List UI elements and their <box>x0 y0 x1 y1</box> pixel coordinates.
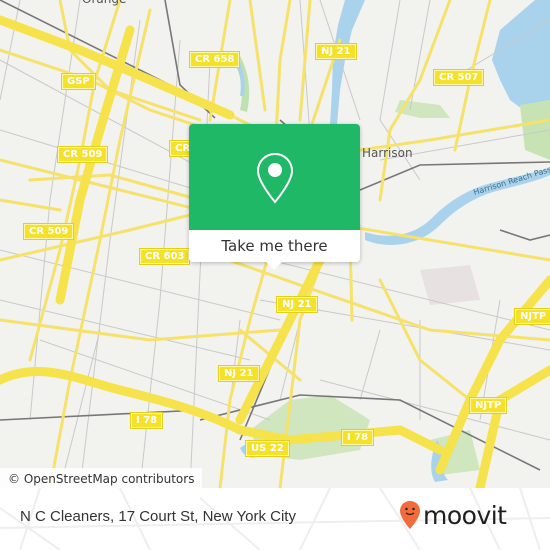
road-shield-njtp: NJTP <box>513 308 550 325</box>
road-shield-us22: US 22 <box>245 440 290 457</box>
popup-pointer <box>265 261 283 270</box>
road-shield-njtp: NJTP <box>468 397 508 414</box>
road-shield-cr509: CR 509 <box>56 146 109 163</box>
road-shield-cr507: CR 507 <box>432 69 485 86</box>
location-pin-icon <box>256 152 294 204</box>
road-shield-cr658: CR 658 <box>188 51 241 68</box>
road-shield-cr603: CR 603 <box>138 248 191 265</box>
road-shield-i78: I 78 <box>129 412 164 429</box>
road-shield-nj21: NJ 21 <box>276 296 318 313</box>
moovit-logo[interactable]: moovit <box>399 500 507 530</box>
map-attribution[interactable]: © OpenStreetMap contributors <box>0 468 203 488</box>
footer-panel: N C Cleaners, 17 Court St, New York City… <box>0 488 550 550</box>
road-shield-cr509: CR 509 <box>22 223 75 240</box>
road-shield-nj21: NJ 21 <box>218 365 260 382</box>
road-shield-gsp: GSP <box>61 73 96 90</box>
road-shield-i78: I 78 <box>340 429 375 446</box>
take-me-there-button[interactable]: Take me there <box>189 230 360 262</box>
moovit-pin-icon <box>400 501 420 529</box>
destination-popup: Take me there <box>189 124 360 270</box>
popup-header <box>189 124 360 230</box>
moovit-wordmark: moovit <box>423 500 507 530</box>
destination-title: N C Cleaners, 17 Court St, New York City <box>20 508 296 525</box>
place-label-orange: Orange <box>82 0 126 6</box>
road-shield-nj21: NJ 21 <box>315 43 357 60</box>
map-view[interactable]: Orange Harrison Harrison Reach Passaic C… <box>0 0 550 488</box>
place-label-harrison: Harrison <box>362 146 413 160</box>
